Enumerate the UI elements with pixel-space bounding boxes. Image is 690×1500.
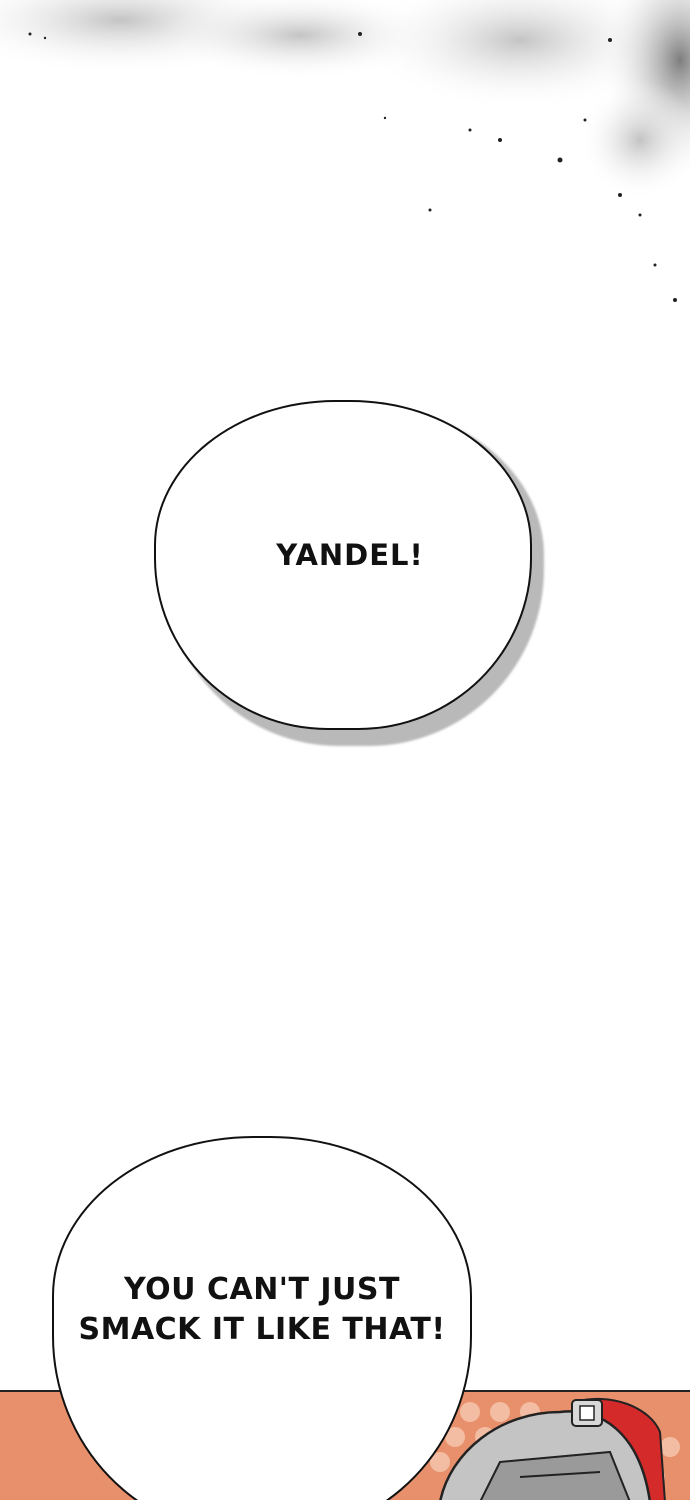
comic-page: YANDEL! YOU CAN'T JUST SMACK IT LIKE THA… bbox=[0, 0, 690, 1500]
speech-bubble-text-block: YOU CAN'T JUST SMACK IT LIKE THAT! bbox=[52, 1270, 472, 1350]
speech-line-2: SMACK IT LIKE THAT! bbox=[78, 1312, 446, 1347]
smoke-speckle-icon bbox=[0, 0, 690, 302]
speech-bubble-yandel: YANDEL! bbox=[154, 400, 532, 730]
speech-bubble-text: YANDEL! bbox=[276, 538, 424, 572]
speech-line-1: YOU CAN'T JUST bbox=[124, 1272, 400, 1307]
